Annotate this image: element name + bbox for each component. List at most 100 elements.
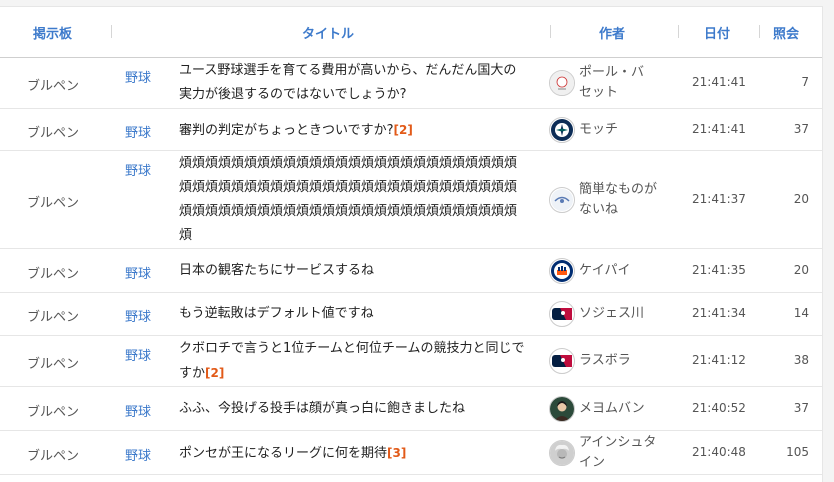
- category-link[interactable]: 野球: [125, 306, 151, 325]
- post-title-line-wrap: すか[2]: [179, 361, 549, 386]
- category-link[interactable]: 野球: [125, 122, 151, 141]
- mariners-logo-icon: [549, 116, 575, 143]
- einstein-photo-icon: [549, 439, 575, 466]
- header-title[interactable]: タイトル: [302, 23, 354, 42]
- author-name: ポール・バ セット: [579, 63, 644, 103]
- list-item[interactable]: ブルペン 野球 日本の観客たちにサービスするね ケイパイ 21:41:35 20: [0, 249, 822, 293]
- post-date: 21:41:34: [692, 306, 746, 320]
- mets-logo-icon: [549, 257, 575, 284]
- post-title-link[interactable]: ふふ、今投げる投手は顔が真っ白に飽きましたね: [179, 397, 549, 421]
- author-name-line: ラスボラ: [579, 353, 631, 368]
- post-title-link[interactable]: もう逆転敗はデフォルト値ですね: [179, 302, 549, 326]
- author[interactable]: ケイパイ: [549, 251, 679, 291]
- header-board[interactable]: 掲示板: [33, 23, 72, 42]
- post-title-link[interactable]: 審判の判定がちょっときついですか?[2]: [179, 118, 549, 143]
- post-title-line: 煩煩煩煩煩煩煩煩煩煩煩煩煩煩煩煩煩煩煩煩煩煩煩煩煩煩: [179, 179, 518, 195]
- view-count: 37: [793, 121, 809, 136]
- view-count: 20: [793, 191, 809, 206]
- board-name: ブルペン: [27, 448, 80, 464]
- author-name-line: ケイパイ: [579, 262, 631, 278]
- board-name: ブルペン: [27, 310, 80, 325]
- comment-count[interactable]: [2]: [394, 123, 413, 137]
- author-name-line: セット: [579, 85, 619, 100]
- author-name-line: イン: [579, 454, 606, 470]
- post-title-line: ユース野球選手を育てる費用が高いから、だんだん国大の: [179, 63, 517, 78]
- post-date: 21:40:48: [692, 444, 746, 459]
- post-title-link[interactable]: クボロチで言うと1位チームと何位チームの競技力と同じで すか[2]: [179, 337, 549, 386]
- comment-count[interactable]: [2]: [205, 366, 224, 380]
- category-link[interactable]: 野球: [125, 67, 151, 86]
- header-views[interactable]: 照会: [773, 23, 799, 42]
- mlb-logo-icon: [549, 348, 575, 374]
- list-item[interactable]: ブルペン 野球 クボロチで言うと1位チームと何位チームの競技力と同じで すか[2] ラス…: [0, 336, 822, 387]
- category-link[interactable]: 野球: [125, 401, 151, 420]
- author-name: ソジェス川: [579, 304, 644, 324]
- post-list: ブルペン 野球 ユース野球選手を育てる費用が高いから、だんだん国大の 実力が後退するの…: [0, 58, 822, 475]
- post-date: 21:41:41: [692, 121, 746, 136]
- category-link[interactable]: 野球: [125, 263, 151, 282]
- list-item[interactable]: ブルペン 野球 ポンセが王になるリーグに何を期待[3] アインシュタ イン 21:40:4…: [0, 431, 822, 475]
- board-list: 掲示板 タイトル 作者 日付 照会 ブルペン 野球 ユース野球選手を育てる費用が高い…: [0, 6, 823, 482]
- author[interactable]: モッチ: [549, 110, 679, 150]
- list-item[interactable]: ブルペン 野球 煩煩煩煩煩煩煩煩煩煩煩煩煩煩煩煩煩煩煩煩煩煩煩煩煩煩 煩煩煩煩煩煩煩煩…: [0, 151, 822, 249]
- post-date: 21:41:37: [692, 191, 746, 206]
- post-title-line: 煩煩煩煩煩煩煩煩煩煩煩煩煩煩煩煩煩煩煩煩煩煩煩煩煩煩: [179, 203, 518, 219]
- post-title-line: ポンセが王になるリーグに何を期待: [179, 445, 388, 461]
- post-title-link[interactable]: ユース野球選手を育てる費用が高いから、だんだん国大の 実力が後退するのではないでし…: [179, 59, 549, 107]
- category-link[interactable]: 野球: [125, 445, 151, 464]
- author-name: 簡単なものが ないね: [579, 180, 657, 220]
- post-date: 21:41:12: [692, 353, 746, 367]
- post-date: 21:41:41: [692, 75, 746, 89]
- view-count: 38: [793, 353, 809, 367]
- author-name-line: ソジェス川: [579, 306, 645, 321]
- post-title-line: もう逆転敗はデフォルト値ですね: [179, 306, 374, 321]
- list-item[interactable]: ブルペン 野球 ユース野球選手を育てる費用が高いから、だんだん国大の 実力が後退するの…: [0, 58, 822, 109]
- post-title-line-wrap: ポンセが王になるリーグに何を期待[3]: [179, 441, 549, 466]
- post-title-line: ふふ、今投げる投手は顔が真っ白に飽きましたね: [179, 400, 466, 416]
- author[interactable]: メヨムバン: [549, 389, 679, 429]
- author[interactable]: アインシュタ イン: [549, 433, 679, 473]
- header-divider: [111, 25, 112, 38]
- author-name: ラスボラ: [579, 351, 631, 371]
- view-count: 14: [793, 306, 809, 320]
- author-name: モッチ: [579, 120, 618, 140]
- author[interactable]: ソジェス川: [549, 294, 679, 334]
- author-name-line: ポール・バ: [579, 65, 645, 80]
- header-divider: [678, 25, 679, 38]
- post-title-link[interactable]: 日本の観客たちにサービスするね: [179, 259, 549, 283]
- header-author[interactable]: 作者: [599, 23, 625, 42]
- post-date: 21:40:52: [692, 400, 746, 415]
- post-title-link[interactable]: ポンセが王になるリーグに何を期待[3]: [179, 441, 549, 466]
- author-name-line: 簡単なものが: [579, 181, 658, 197]
- post-title-line-wrap: 審判の判定がちょっときついですか?[2]: [179, 118, 549, 143]
- post-title-line: 煩煩煩煩煩煩煩煩煩煩煩煩煩煩煩煩煩煩煩煩煩煩煩煩煩煩: [179, 155, 518, 171]
- board-name: ブルペン: [27, 79, 80, 94]
- category-link[interactable]: 野球: [125, 160, 151, 179]
- header-divider: [550, 25, 551, 38]
- header-divider: [759, 25, 760, 38]
- author-name: メヨムバン: [579, 399, 645, 419]
- post-title-line: 実力が後退するのではないでしょうか?: [179, 87, 407, 102]
- list-item[interactable]: ブルペン 野球 審判の判定がちょっときついですか?[2] モッチ 21:41:41 37: [0, 109, 822, 151]
- list-header: 掲示板 タイトル 作者 日付 照会: [0, 7, 822, 58]
- list-item[interactable]: ブルペン 野球 ふふ、今投げる投手は顔が真っ白に飽きましたね メヨムバン 21:40:5…: [0, 387, 822, 431]
- category-link[interactable]: 野球: [125, 345, 151, 364]
- post-title-line: 煩: [179, 227, 193, 243]
- header-date[interactable]: 日付: [704, 23, 730, 42]
- post-title-link[interactable]: 煩煩煩煩煩煩煩煩煩煩煩煩煩煩煩煩煩煩煩煩煩煩煩煩煩煩 煩煩煩煩煩煩煩煩煩煩煩煩煩煩…: [179, 152, 549, 248]
- author[interactable]: 簡単なものが ないね: [549, 180, 679, 220]
- author[interactable]: ポール・バ セット: [549, 63, 679, 103]
- list-item[interactable]: ブルペン 野球 もう逆転敗はデフォルト値ですね ソジェス川 21:41:34 14: [0, 293, 822, 336]
- author-name-line: アインシュタ: [579, 434, 657, 450]
- post-date: 21:41:35: [692, 262, 746, 277]
- author-name-line: モッチ: [579, 121, 619, 137]
- post-title-line: すか: [179, 366, 206, 381]
- view-count: 20: [793, 262, 809, 277]
- post-title-line: クボロチで言うと1位チームと何位チームの競技力と同じで: [179, 341, 525, 356]
- board-name: ブルペン: [27, 404, 80, 420]
- board-name: ブルペン: [27, 195, 80, 211]
- board-name: ブルペン: [27, 125, 80, 141]
- author-name: ケイパイ: [579, 261, 630, 281]
- author[interactable]: ラスボラ: [549, 341, 679, 381]
- comment-count[interactable]: [3]: [387, 446, 406, 460]
